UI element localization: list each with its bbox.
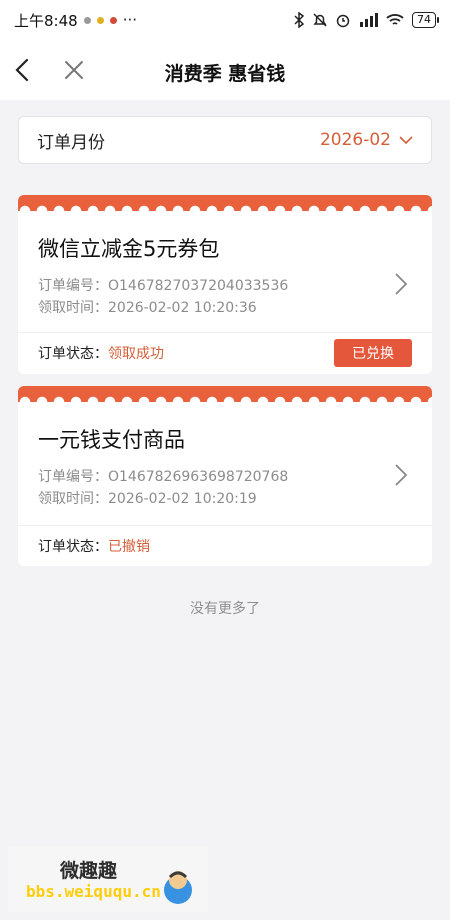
order-number: O1467826963698720768 [108, 469, 289, 485]
claim-time-label: 领取时间： [38, 491, 108, 507]
order-card[interactable]: 一元钱支付商品 订单编号：O1467826963698720768 领取时间：2… [18, 386, 432, 566]
app-notification-icon [109, 16, 117, 24]
month-selector[interactable]: 2026-02 [320, 130, 413, 150]
order-number-label: 订单编号： [38, 278, 108, 294]
order-card[interactable]: 微信立减金5元券包 订单编号：O1467827037204033536 领取时间… [18, 195, 432, 374]
status-time: 上午8:48 [14, 11, 78, 30]
order-title: 一元钱支付商品 [38, 428, 185, 452]
chevron-right-icon[interactable] [392, 271, 410, 297]
mute-bell-icon [313, 13, 327, 27]
bluetooth-icon [294, 12, 305, 28]
watermark-title: 微趣趣 [60, 860, 118, 882]
order-number-row: 订单编号：O1467826963698720768 [38, 466, 412, 488]
notification-icon [83, 16, 91, 24]
emoji-icon [96, 16, 104, 24]
status-value: 领取成功 [108, 345, 164, 362]
order-number: O1467827037204033536 [108, 278, 289, 294]
wifi-icon [386, 14, 404, 25]
claim-time-row: 领取时间：2026-02-02 10:20:19 [38, 488, 412, 510]
mascot-icon [164, 871, 192, 904]
card-header-strip [18, 386, 432, 408]
month-value: 2026-02 [319, 130, 391, 150]
month-filter[interactable]: 订单月份 2026-02 [18, 116, 432, 164]
status-bar: 上午8:48 ··· 74 [0, 0, 450, 40]
no-more-text: 没有更多了 [190, 601, 260, 617]
status-value: 已撤销 [108, 538, 150, 555]
chevron-right-icon[interactable] [392, 462, 410, 488]
watermark-logo: 微趣趣 bbs.weiququ.cn [8, 846, 208, 912]
claim-time-label: 领取时间： [38, 300, 108, 316]
claim-time: 2026-02-02 10:20:19 [108, 491, 257, 507]
order-status-row: 订单状态： 领取成功 已兑换 [18, 332, 432, 372]
order-title: 微信立减金5元券包 [38, 237, 220, 261]
status-label: 订单状态： [38, 538, 108, 555]
claim-time-row: 领取时间：2026-02-02 10:20:36 [38, 297, 412, 319]
more-notifications: ··· [122, 11, 137, 29]
page-title: 消费季 惠省钱 [164, 63, 286, 85]
order-status-row: 订单状态： 已撤销 [18, 525, 432, 565]
chevron-down-icon [399, 136, 413, 145]
redeemed-button[interactable]: 已兑换 [334, 338, 412, 367]
status-label: 订单状态： [38, 345, 108, 362]
claim-time: 2026-02-02 10:20:36 [108, 300, 257, 316]
order-number-row: 订单编号：O1467827037204033536 [38, 275, 412, 297]
nav-bar: 消费季 惠省钱 [0, 40, 450, 100]
watermark-url: bbs.weiququ.cn [26, 882, 161, 901]
order-number-label: 订单编号： [38, 469, 108, 485]
battery-icon: 74 [412, 12, 439, 28]
signal-icon [360, 13, 378, 27]
alarm-icon [336, 14, 350, 28]
card-header-strip [18, 195, 432, 217]
month-filter-label: 订单月份 [37, 132, 105, 153]
